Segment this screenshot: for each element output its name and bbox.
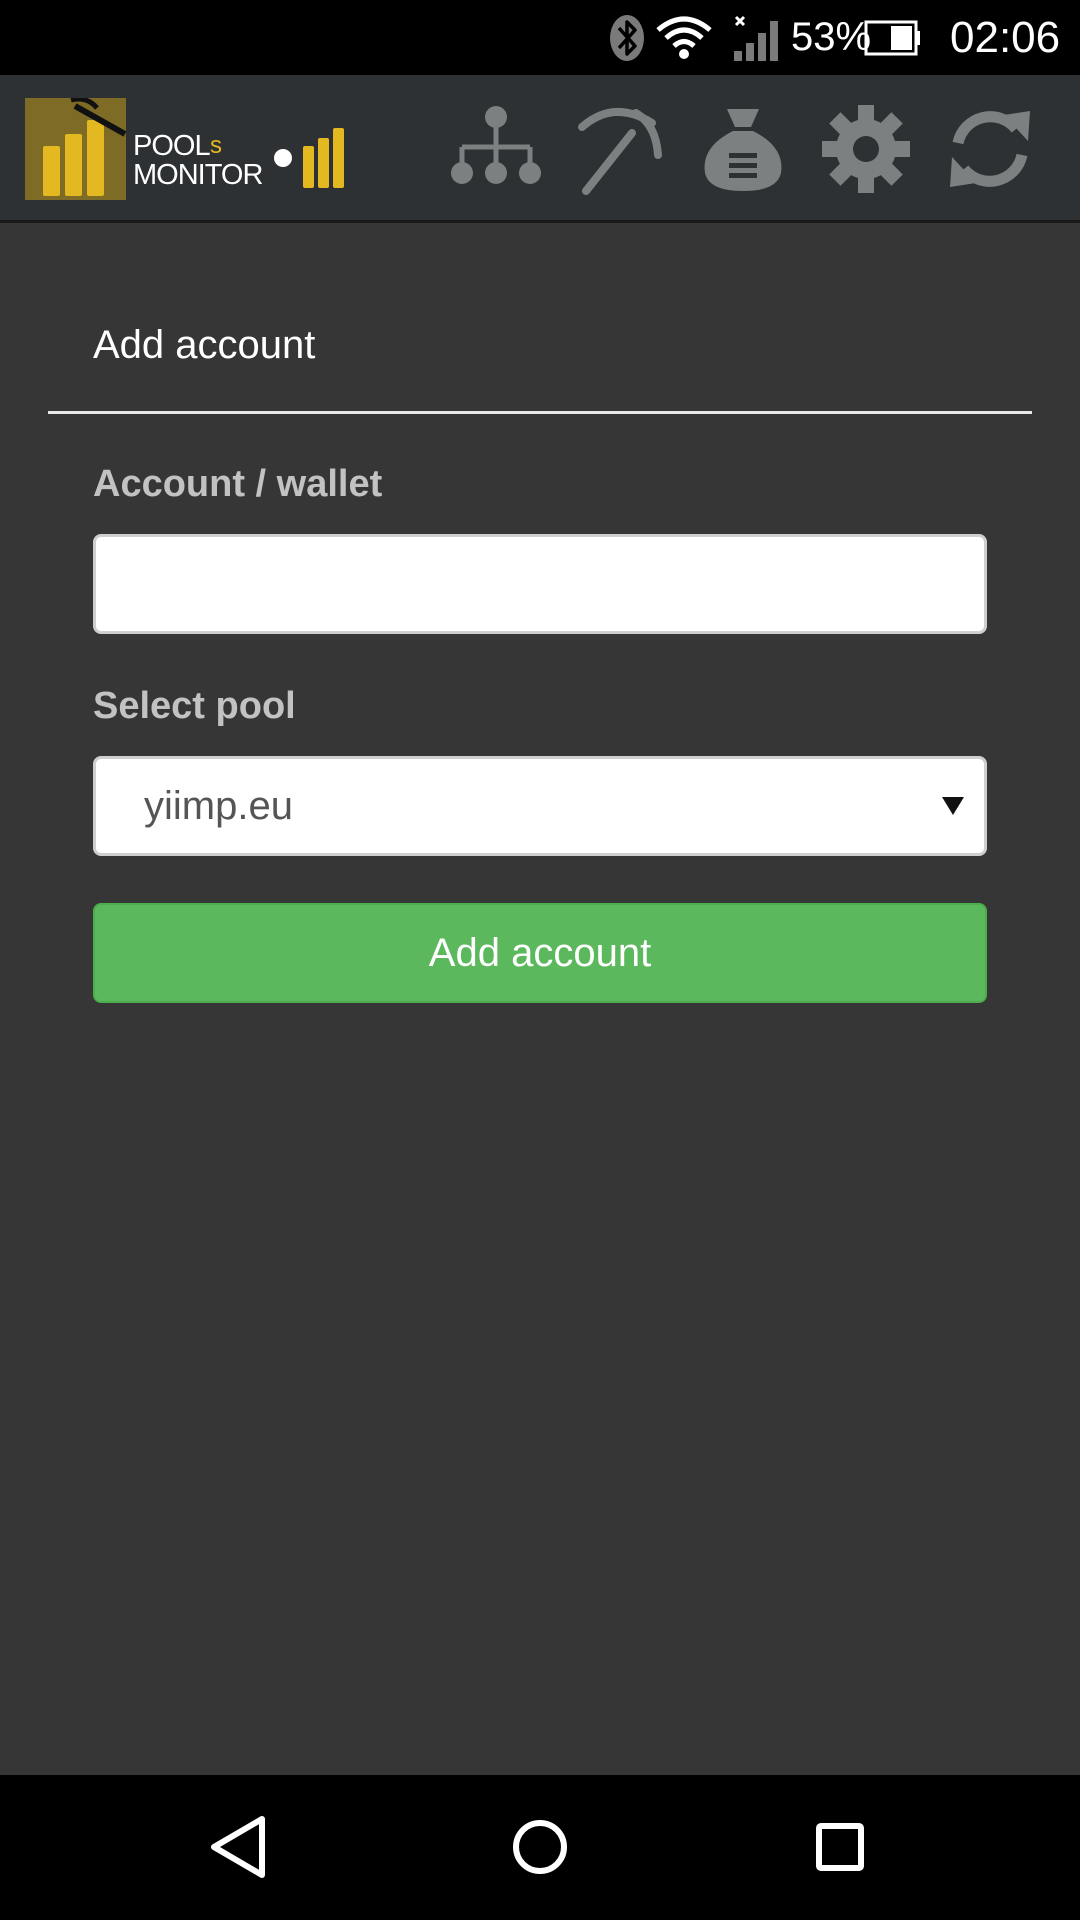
pickaxe-icon[interactable] bbox=[574, 103, 666, 195]
app-screen: 53% 02:06 POOL s MONITOR Add account Acc… bbox=[0, 0, 1080, 1920]
pools-monitor-logo[interactable]: POOL s MONITOR bbox=[25, 96, 355, 200]
svg-text:s: s bbox=[210, 132, 222, 159]
page-title: Add account bbox=[93, 323, 316, 367]
battery-icon bbox=[864, 0, 922, 75]
add-account-button[interactable]: Add account bbox=[93, 903, 987, 1003]
wifi-icon bbox=[656, 0, 712, 75]
refresh-icon[interactable] bbox=[944, 103, 1036, 195]
wallet-label: Account / wallet bbox=[93, 463, 383, 505]
add-account-form: Add account Account / wallet Select pool… bbox=[0, 223, 1080, 1775]
signal-icon bbox=[732, 0, 780, 75]
system-nav-bar bbox=[0, 1775, 1080, 1920]
pool-select-value: yiimp.eu bbox=[144, 783, 293, 828]
bluetooth-icon bbox=[608, 0, 646, 75]
status-bar: 53% 02:06 bbox=[0, 0, 1080, 75]
pool-select[interactable]: yiimp.eu bbox=[93, 756, 987, 856]
recents-icon[interactable] bbox=[790, 1797, 890, 1897]
svg-text:MONITOR: MONITOR bbox=[133, 159, 262, 191]
gear-icon[interactable] bbox=[820, 103, 912, 195]
battery-percent: 53% bbox=[791, 15, 872, 59]
money-bag-icon[interactable] bbox=[697, 103, 789, 195]
svg-text:POOL: POOL bbox=[133, 130, 210, 162]
title-divider bbox=[48, 411, 1032, 414]
hierarchy-icon[interactable] bbox=[450, 103, 542, 195]
back-icon[interactable] bbox=[190, 1797, 290, 1897]
dropdown-arrow-icon bbox=[942, 797, 964, 815]
wallet-input[interactable] bbox=[93, 534, 987, 634]
home-icon[interactable] bbox=[490, 1797, 590, 1897]
clock: 02:06 bbox=[950, 12, 1061, 62]
pool-label: Select pool bbox=[93, 685, 296, 727]
app-header: POOL s MONITOR bbox=[0, 75, 1080, 223]
